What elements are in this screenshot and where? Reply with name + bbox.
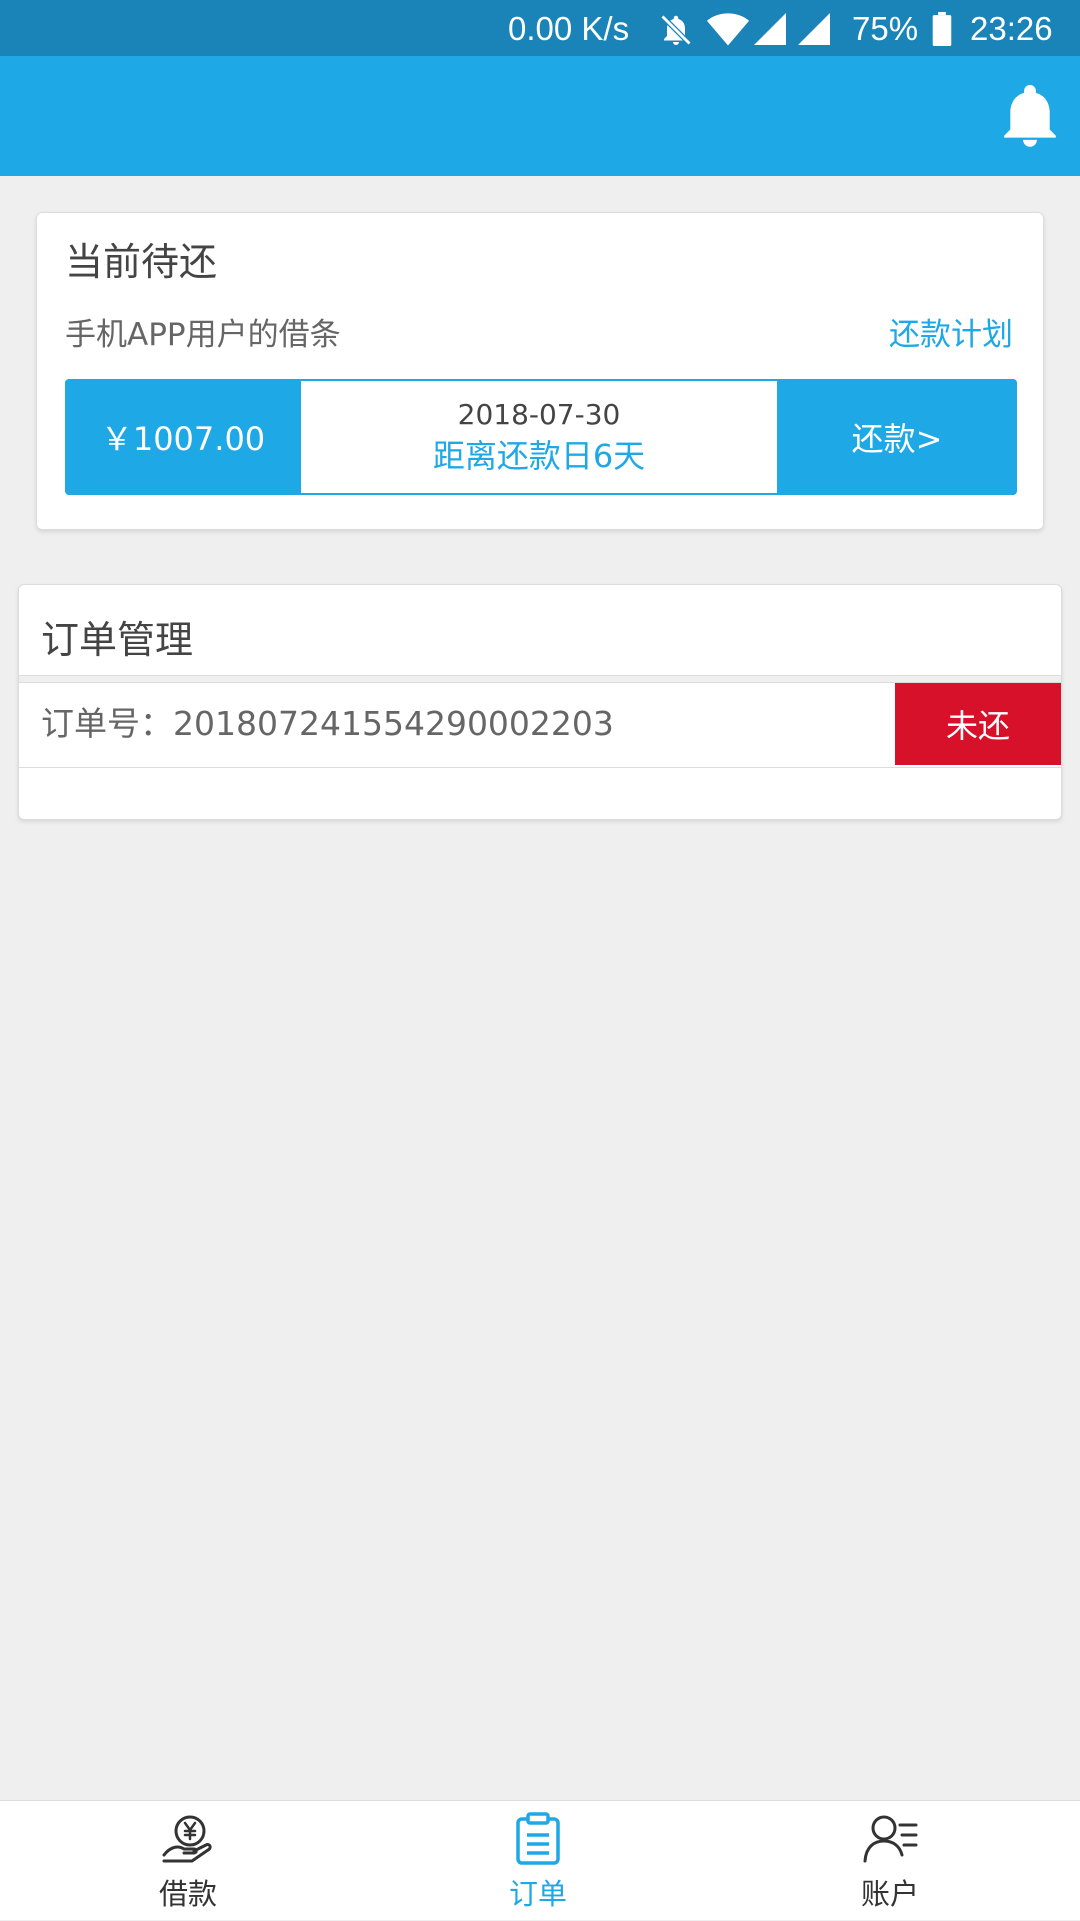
due-info: 2018-07-30 距离还款日6天 bbox=[301, 379, 777, 495]
order-management-card: 订单管理 订单号：201807241554290002203 未还 bbox=[18, 584, 1062, 820]
order-number: 订单号：201807241554290002203 bbox=[41, 704, 614, 743]
nav-label-order: 订单 bbox=[508, 1877, 567, 1911]
order-section-title: 订单管理 bbox=[41, 618, 194, 662]
nav-label-account: 账户 bbox=[860, 1877, 919, 1911]
order-row[interactable]: 订单号：201807241554290002203 未还 bbox=[19, 683, 1061, 765]
bell-icon[interactable] bbox=[1000, 84, 1060, 148]
signal-icon bbox=[754, 13, 786, 45]
notifications-off-icon bbox=[660, 14, 692, 46]
clock: 23:26 bbox=[970, 10, 1053, 47]
order-status-badge: 未还 bbox=[895, 683, 1061, 765]
bill-summary-bar: ￥1007.00 2018-07-30 距离还款日6天 还款> bbox=[65, 379, 1017, 495]
network-speed: 0.00 K/s bbox=[508, 10, 630, 47]
battery-icon bbox=[932, 12, 952, 46]
pending-repayment-card: 当前待还 手机APP用户的借条 还款计划 ￥1007.00 2018-07-30… bbox=[36, 212, 1044, 530]
repay-button[interactable]: 还款> bbox=[777, 379, 1017, 495]
due-date: 2018-07-30 bbox=[457, 398, 621, 431]
divider bbox=[19, 675, 1061, 683]
signal-icon bbox=[798, 13, 830, 45]
wifi-icon bbox=[706, 13, 750, 46]
nav-item-account[interactable]: 账户 bbox=[790, 1801, 990, 1921]
clipboard-icon bbox=[516, 1812, 560, 1865]
bottom-nav: 借款 订单 账户 bbox=[0, 1800, 1080, 1920]
nav-item-loan[interactable]: 借款 bbox=[88, 1801, 288, 1921]
repayment-plan-link[interactable]: 还款计划 bbox=[889, 309, 1013, 354]
app-header bbox=[0, 56, 1080, 176]
battery-percent: 75% bbox=[852, 10, 919, 47]
status-bar: 0.00 K/s 75% 23:26 bbox=[0, 0, 1080, 56]
nav-item-order[interactable]: 订单 bbox=[438, 1801, 638, 1921]
nav-label-loan: 借款 bbox=[158, 1877, 217, 1911]
divider bbox=[19, 767, 1061, 768]
user-list-icon bbox=[863, 1815, 918, 1863]
pending-title: 当前待还 bbox=[65, 240, 218, 284]
loan-hand-icon bbox=[162, 1815, 212, 1863]
amount-due: ￥1007.00 bbox=[65, 379, 301, 495]
due-countdown: 距离还款日6天 bbox=[432, 437, 646, 475]
loan-description: 手机APP用户的借条 bbox=[65, 317, 341, 353]
